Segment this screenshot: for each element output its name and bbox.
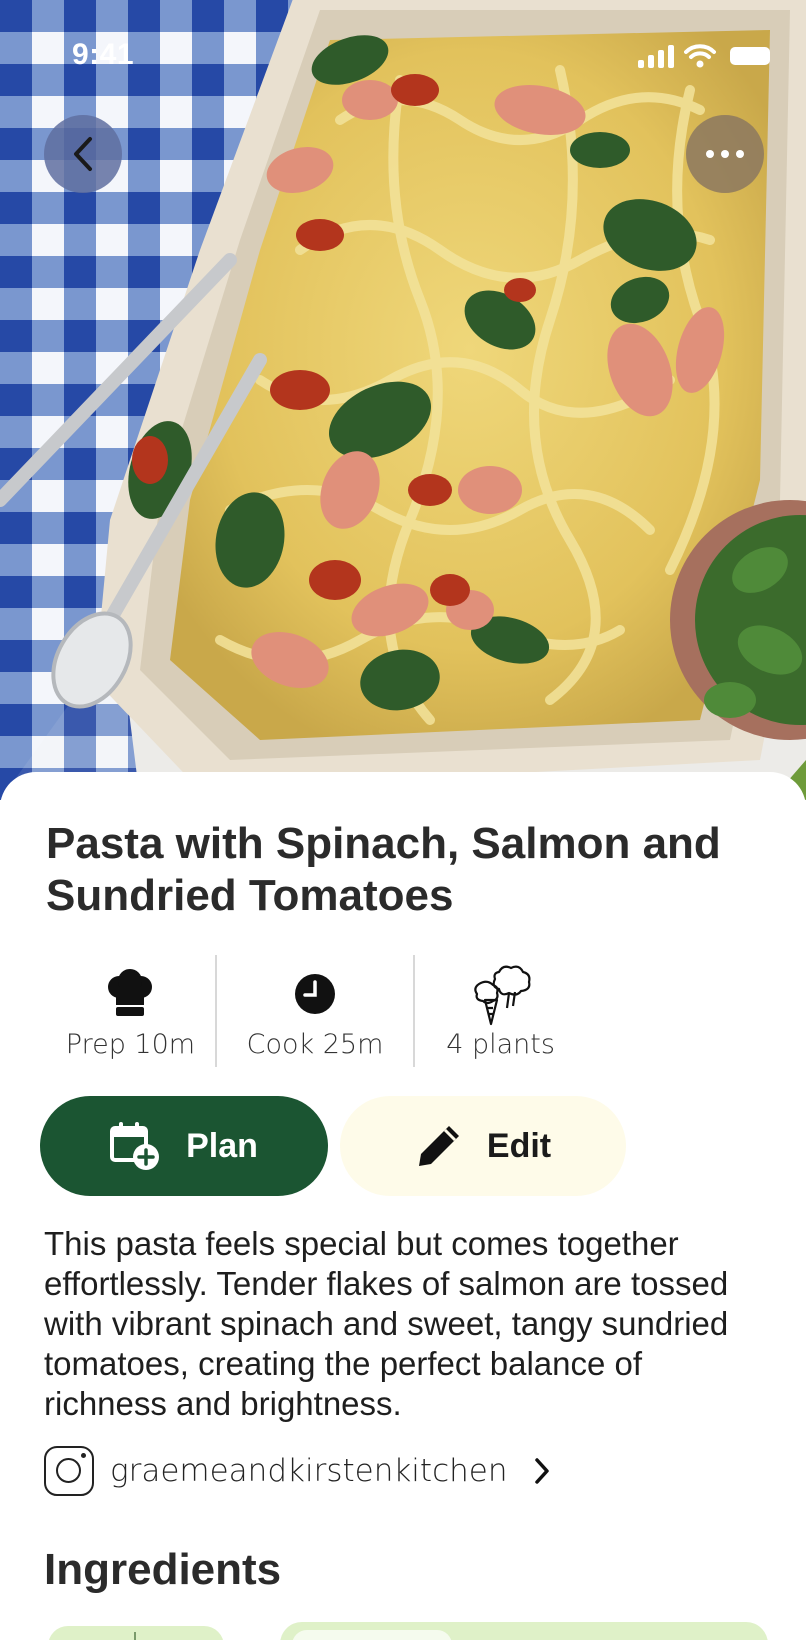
source-handle: graemeandkirstenkitchen xyxy=(110,1453,508,1489)
plants-count-stat: 4 plants xyxy=(415,955,586,1067)
cook-time-stat: Cook 25m xyxy=(214,955,416,1067)
instagram-icon xyxy=(44,1446,94,1496)
recipe-description: This pasta feels special but comes toget… xyxy=(44,1225,729,1422)
chevron-left-icon xyxy=(74,137,92,171)
wifi-icon xyxy=(684,44,716,68)
more-dot-icon xyxy=(736,150,744,158)
cook-time-label: Cook 25m xyxy=(246,1029,384,1060)
prep-time-stat: Prep 10m xyxy=(46,955,215,1067)
calendar-add-icon xyxy=(110,1122,160,1170)
more-options-button[interactable] xyxy=(686,115,764,193)
recipe-title: Pasta with Spinach, Salmon and Sundried … xyxy=(46,819,721,920)
status-icons xyxy=(638,44,770,68)
plan-button[interactable]: Plan xyxy=(40,1096,328,1196)
cellular-signal-icon xyxy=(638,44,674,68)
ingredients-heading: Ingredients xyxy=(44,1545,282,1594)
status-time: 9:41 xyxy=(72,38,135,71)
vegetables-icon xyxy=(469,965,533,1026)
recipe-hero-image: 9:41 xyxy=(0,0,806,800)
edit-button[interactable]: Edit xyxy=(340,1096,626,1196)
recipe-stats: Prep 10m Cook 25m 4 plants xyxy=(46,955,586,1067)
back-button[interactable] xyxy=(44,115,122,193)
clock-icon xyxy=(294,965,336,1023)
more-dot-icon xyxy=(706,150,714,158)
chevron-right-icon xyxy=(533,1457,551,1485)
more-dot-icon xyxy=(721,150,729,158)
pencil-icon xyxy=(418,1126,459,1166)
recipe-photo xyxy=(0,0,806,800)
edit-button-label: Edit xyxy=(486,1126,552,1165)
battery-icon xyxy=(730,47,770,65)
chip-divider xyxy=(134,1632,136,1640)
unit-toggle-selected[interactable] xyxy=(292,1630,452,1640)
chef-hat-icon xyxy=(107,965,153,1023)
prep-time-label: Prep 10m xyxy=(65,1029,196,1060)
plants-count-label: 4 plants xyxy=(446,1029,555,1060)
source-link[interactable]: graemeandkirstenkitchen xyxy=(44,1446,551,1496)
plan-button-label: Plan xyxy=(186,1126,258,1165)
status-bar: 9:41 xyxy=(0,0,806,110)
ingredient-servings-chip[interactable] xyxy=(48,1626,224,1640)
